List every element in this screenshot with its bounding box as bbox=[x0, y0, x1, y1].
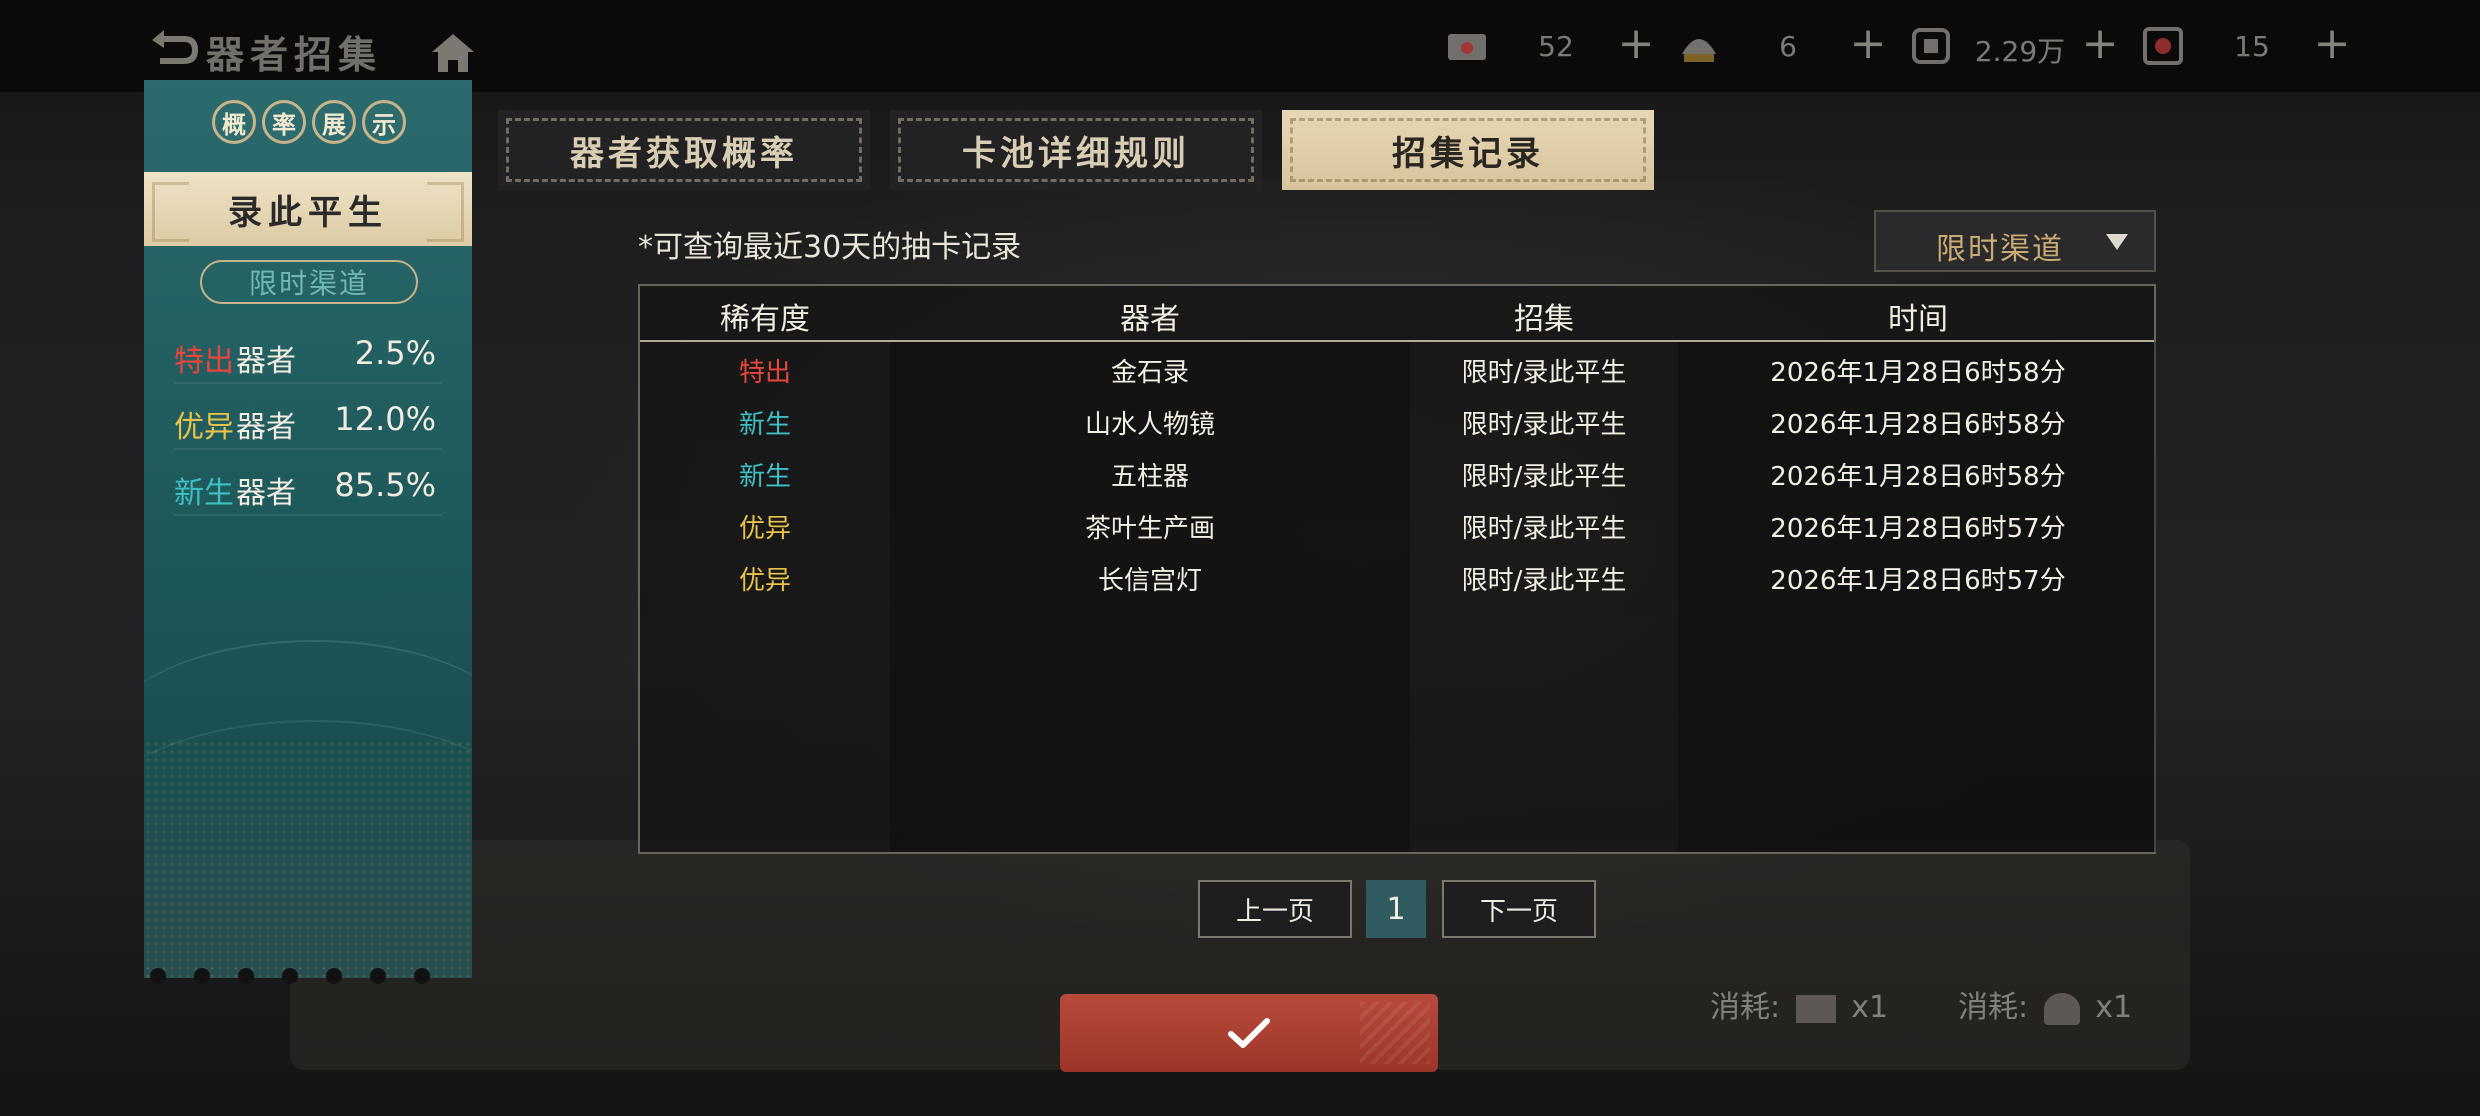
prev-page-button[interactable]: 上一页 bbox=[1198, 880, 1352, 938]
tab-label: 卡池详细规则 bbox=[962, 133, 1190, 174]
rarity-label: 优异 bbox=[174, 410, 234, 445]
rate-percent: 2.5% bbox=[354, 334, 436, 372]
tab-label: 器者获取概率 bbox=[570, 133, 798, 174]
column-header: 器者 bbox=[1120, 302, 1180, 337]
time-cell: 2026年1月28日6时58分 bbox=[1770, 462, 2066, 492]
heading-char: 概 bbox=[212, 100, 256, 144]
table-row: 新生 山水人物镜 限时/录此平生 2026年1月28日6时58分 bbox=[640, 396, 2154, 448]
confirm-button[interactable] bbox=[1060, 994, 1438, 1072]
source-cell: 限时/录此平生 bbox=[1461, 462, 1627, 492]
time-cell: 2026年1月28日6时57分 bbox=[1770, 566, 2066, 596]
source-cell: 限时/录此平生 bbox=[1461, 358, 1627, 388]
heading-char: 展 bbox=[312, 100, 356, 144]
top-bar: 器者招集 52 + 6 + 2.29万 + 15 + bbox=[0, 0, 2480, 92]
rate-row: 优异 器者 12.0% bbox=[174, 394, 442, 450]
time-cell: 2026年1月28日6时58分 bbox=[1770, 410, 2066, 440]
rate-row: 新生 器者 85.5% bbox=[174, 460, 442, 516]
table-row: 新生 五柱器 限时/录此平生 2026年1月28日6时58分 bbox=[640, 448, 2154, 500]
rarity-label: 新生 bbox=[174, 476, 234, 511]
name-cell: 金石录 bbox=[1110, 358, 1189, 388]
resource-gem: 15 + bbox=[2140, 18, 2360, 74]
cost-label: 消耗: bbox=[1710, 990, 1781, 1025]
records-table: 稀有度 器者 招集 时间 特出 金石录 限时/录此平生 2026年1月28日6时… bbox=[638, 284, 2156, 854]
rarity-cell: 优异 bbox=[738, 566, 791, 596]
resource-lantern: 6 + bbox=[1676, 18, 1896, 74]
name-cell: 山水人物镜 bbox=[1084, 410, 1215, 440]
dot-pattern bbox=[144, 740, 472, 978]
table-header: 稀有度 器者 招集 时间 bbox=[640, 286, 2154, 342]
home-icon[interactable] bbox=[428, 30, 478, 76]
background-cost-1: 消耗: x1 bbox=[1710, 982, 1888, 1026]
rarity-cell: 新生 bbox=[738, 410, 791, 440]
record-note: *可查询最近30天的抽卡记录 bbox=[638, 230, 1022, 265]
tab-label: 招集记录 bbox=[1392, 133, 1544, 174]
current-page: 1 bbox=[1366, 880, 1426, 938]
column-header: 时间 bbox=[1888, 302, 1948, 337]
rarity-cell: 优异 bbox=[738, 514, 791, 544]
column-header: 稀有度 bbox=[720, 302, 810, 337]
caret-down-icon bbox=[2106, 234, 2128, 250]
add-resource-button[interactable]: + bbox=[2080, 22, 2120, 66]
envelope-ticket-icon bbox=[1448, 34, 1486, 60]
lantern-ticket-icon bbox=[2043, 992, 2080, 1025]
back-arrow-icon[interactable] bbox=[146, 26, 202, 68]
rarity-cell: 新生 bbox=[738, 462, 791, 492]
lantern-ticket-icon bbox=[1682, 39, 1716, 62]
next-page-button[interactable]: 下一页 bbox=[1442, 880, 1596, 938]
tab-acquire-probability[interactable]: 器者获取概率 bbox=[498, 110, 870, 190]
kind-label: 器者 bbox=[236, 476, 296, 511]
heading-char: 率 bbox=[262, 100, 306, 144]
probability-heading: 概 率 展 示 bbox=[212, 100, 406, 154]
checkmark-icon bbox=[1228, 1018, 1270, 1048]
channel-badge: 限时渠道 bbox=[200, 260, 418, 304]
envelope-ticket-icon bbox=[1795, 994, 1836, 1023]
background-cost-2: 消耗: x1 bbox=[1958, 982, 2132, 1026]
source-cell: 限时/录此平生 bbox=[1461, 410, 1627, 440]
add-resource-button[interactable]: + bbox=[1848, 22, 1888, 66]
name-cell: 茶叶生产画 bbox=[1084, 514, 1215, 544]
add-resource-button[interactable]: + bbox=[2312, 22, 2352, 66]
resource-value: 6 bbox=[1779, 30, 1797, 63]
cost-qty: x1 bbox=[2095, 990, 2133, 1025]
resource-value: 52 bbox=[1538, 30, 1574, 63]
rarity-cell: 特出 bbox=[738, 358, 791, 388]
rate-percent: 85.5% bbox=[334, 466, 436, 504]
panel-edge-dots bbox=[150, 968, 460, 988]
filter-value: 限时渠道 bbox=[1936, 232, 2064, 267]
source-cell: 限时/录此平生 bbox=[1461, 514, 1627, 544]
cost-label: 消耗: bbox=[1958, 990, 2029, 1025]
resource-value: 15 bbox=[2234, 30, 2270, 63]
tab-pool-rules[interactable]: 卡池详细规则 bbox=[890, 110, 1262, 190]
heading-char: 示 bbox=[362, 100, 406, 144]
page-title: 器者招集 bbox=[206, 32, 383, 77]
rate-row: 特出 器者 2.5% bbox=[174, 328, 442, 384]
resource-value: 2.29万 bbox=[1974, 35, 2066, 68]
table-row: 优异 茶叶生产画 限时/录此平生 2026年1月28日6时57分 bbox=[640, 500, 2154, 552]
rate-percent: 12.0% bbox=[334, 400, 436, 438]
pool-name: 录此平生 bbox=[228, 192, 388, 233]
cost-qty: x1 bbox=[1851, 990, 1889, 1025]
rarity-label: 特出 bbox=[174, 344, 234, 379]
name-cell: 长信宫灯 bbox=[1097, 566, 1202, 596]
add-resource-button[interactable]: + bbox=[1616, 22, 1656, 66]
channel-filter-dropdown[interactable]: 限时渠道 bbox=[1874, 210, 2156, 272]
table-row: 特出 金石录 限时/录此平生 2026年1月28日6时58分 bbox=[640, 344, 2154, 396]
name-cell: 五柱器 bbox=[1110, 462, 1189, 492]
probability-panel: 概 率 展 示 录此平生 限时渠道 特出 器者 2.5% 优异 器者 12.0%… bbox=[144, 80, 472, 978]
gem-crystal-icon bbox=[2143, 27, 2183, 65]
kind-label: 器者 bbox=[236, 344, 296, 379]
kind-label: 器者 bbox=[236, 410, 296, 445]
tab-recruit-records[interactable]: 招集记录 bbox=[1282, 110, 1654, 190]
time-cell: 2026年1月28日6时57分 bbox=[1770, 514, 2066, 544]
table-row: 优异 长信宫灯 限时/录此平生 2026年1月28日6时57分 bbox=[640, 552, 2154, 604]
currency-coin-icon bbox=[1912, 28, 1950, 64]
resource-coin: 2.29万 + bbox=[1908, 18, 2128, 74]
time-cell: 2026年1月28日6时58分 bbox=[1770, 358, 2066, 388]
source-cell: 限时/录此平生 bbox=[1461, 566, 1627, 596]
column-header: 招集 bbox=[1514, 302, 1574, 337]
pool-banner: 录此平生 bbox=[144, 172, 472, 246]
